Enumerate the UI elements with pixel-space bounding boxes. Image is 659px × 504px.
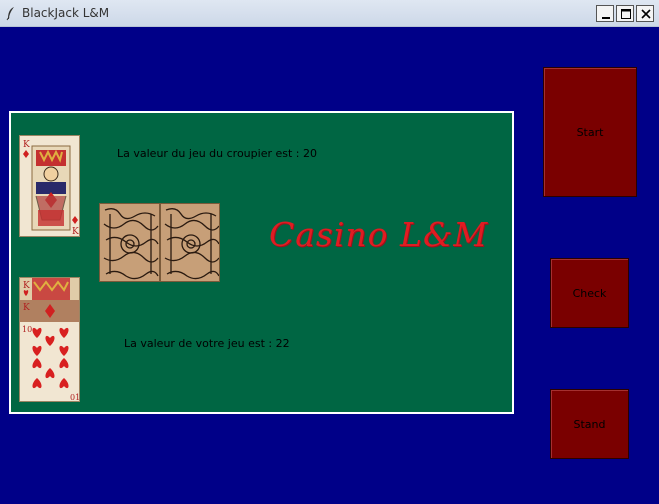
svg-text:K: K	[23, 303, 30, 313]
feather-icon	[6, 7, 14, 21]
maximize-button[interactable]	[616, 5, 634, 22]
start-button[interactable]: Start	[543, 67, 637, 197]
dealer-value-label: La valeur du jeu du croupier est : 20	[117, 147, 317, 160]
game-table: K K K K 10 01 La valeur du jeu du croupi…	[9, 111, 514, 414]
minimize-button[interactable]	[596, 5, 614, 22]
player-card-stack: K K 10 01	[19, 277, 80, 402]
card-back-pattern	[161, 204, 219, 281]
maximize-icon	[621, 9, 631, 19]
dealer-card-back-2	[160, 203, 220, 282]
player-cards-face: K K 10 01	[20, 278, 80, 402]
window-title: BlackJack L&M	[22, 6, 110, 20]
card-back-pattern	[100, 204, 159, 281]
svg-text:K: K	[72, 227, 79, 237]
svg-text:10: 10	[22, 325, 32, 334]
svg-text:01: 01	[70, 393, 80, 402]
minimize-icon	[602, 17, 610, 19]
blackjack-window: BlackJack L&M K K K K 10 01 La valeur du…	[0, 0, 659, 504]
dealer-card-back-1	[99, 203, 160, 282]
casino-logo: Casino L&M	[269, 215, 489, 254]
svg-text:K: K	[23, 281, 30, 291]
player-value-label: La valeur de votre jeu est : 22	[124, 337, 290, 350]
king-diamonds-card-face: K K	[23, 140, 79, 237]
close-button[interactable]	[636, 5, 654, 22]
title-bar[interactable]: BlackJack L&M	[0, 0, 659, 27]
svg-text:K: K	[23, 140, 30, 150]
dealer-card-king-diamonds: K K	[19, 135, 80, 237]
close-icon	[641, 9, 651, 19]
stand-button[interactable]: Stand	[550, 389, 629, 459]
check-button[interactable]: Check	[550, 258, 629, 328]
